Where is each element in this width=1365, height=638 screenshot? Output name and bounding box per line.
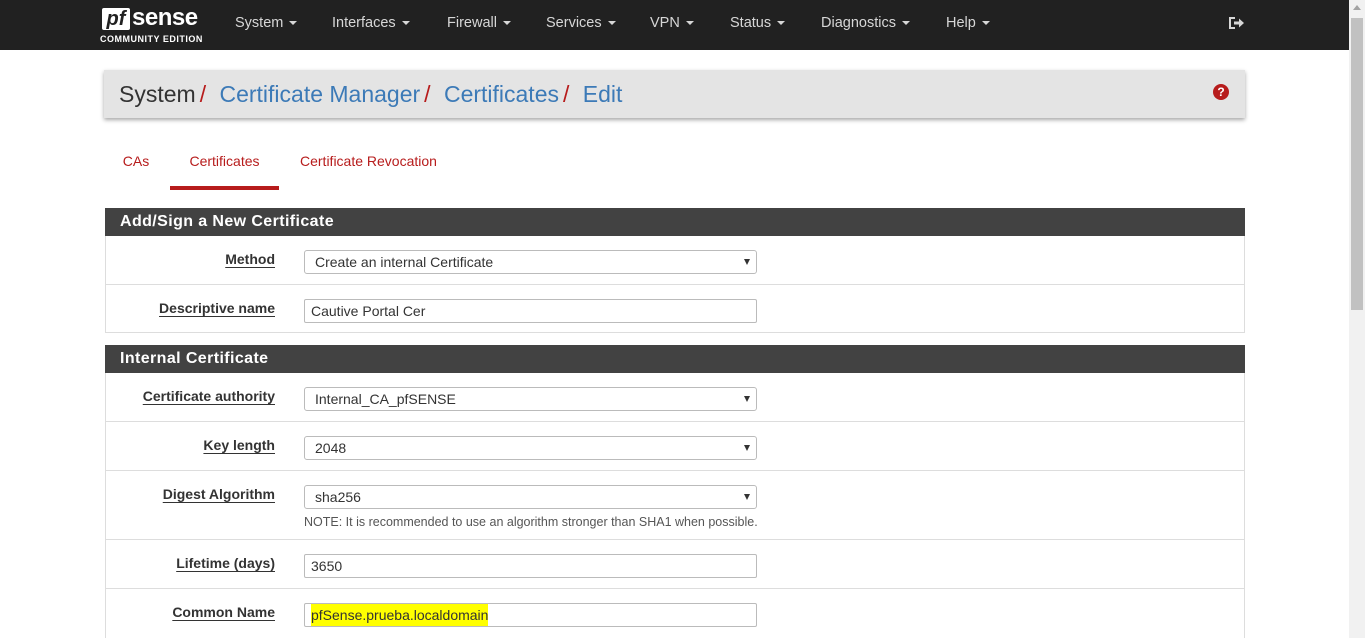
- tab-label: CAs: [122, 153, 150, 169]
- breadcrumb-certificate-manager[interactable]: Certificate Manager: [219, 81, 420, 107]
- descriptive-name-label: Descriptive name: [159, 300, 275, 316]
- top-navbar: pf sense COMMUNITY EDITION System Interf…: [0, 0, 1349, 50]
- lifetime-label: Lifetime (days): [176, 555, 275, 571]
- tab-certificate-revocation[interactable]: Certificate Revocation: [300, 150, 450, 186]
- nav-system[interactable]: System: [235, 0, 298, 50]
- logo-sense-text: sense: [132, 4, 198, 31]
- descriptive-name-input[interactable]: Cautive Portal Cer: [304, 299, 757, 323]
- nav-interfaces[interactable]: Interfaces: [332, 0, 410, 50]
- dropdown-arrow-icon: [744, 259, 750, 265]
- common-name-label: Common Name: [172, 604, 275, 620]
- nav-label: Help: [946, 15, 976, 31]
- scrollbar-thumb[interactable]: [1351, 18, 1363, 310]
- form-row-common-name: Common Name pfSense.prueba.localdomain: [105, 589, 1245, 638]
- dropdown-arrow-icon: [744, 396, 750, 402]
- breadcrumb-certificates[interactable]: Certificates: [444, 81, 559, 107]
- dropdown-arrow-icon: [744, 494, 750, 500]
- certificate-authority-select[interactable]: Internal_CA_pfSENSE: [304, 387, 757, 411]
- caret-down-icon: [289, 21, 298, 26]
- caret-down-icon: [685, 21, 694, 26]
- form-row-certificate-authority: Certificate authority Internal_CA_pfSENS…: [105, 373, 1245, 422]
- logout-icon[interactable]: [1227, 14, 1245, 32]
- breadcrumb: System / Certificate Manager / Certificate…: [119, 81, 622, 107]
- form-row-lifetime: Lifetime (days) 3650: [105, 540, 1245, 589]
- select-value: Internal_CA_pfSENSE: [315, 391, 456, 407]
- key-length-label: Key length: [203, 437, 275, 453]
- panel-title: Internal Certificate: [120, 350, 269, 367]
- digest-algorithm-note: NOTE: It is recommended to use an algori…: [304, 515, 758, 529]
- breadcrumb-bar: System / Certificate Manager / Certificate…: [104, 70, 1245, 118]
- help-icon[interactable]: ?: [1213, 84, 1229, 100]
- input-value: 3650: [311, 558, 343, 574]
- panel-heading-new-certificate: Add/Sign a New Certificate: [105, 208, 1245, 236]
- caret-down-icon: [502, 21, 511, 26]
- common-name-input[interactable]: pfSense.prueba.localdomain: [304, 603, 757, 627]
- select-value: 2048: [315, 440, 347, 456]
- method-label: Method: [225, 251, 275, 267]
- nav-vpn[interactable]: VPN: [650, 0, 694, 50]
- nav-firewall[interactable]: Firewall: [447, 0, 511, 50]
- input-value: pfSense.prueba.localdomain: [311, 604, 489, 626]
- nav-label: Services: [546, 15, 602, 31]
- breadcrumb-edit[interactable]: Edit: [583, 81, 623, 107]
- nav-diagnostics[interactable]: Diagnostics: [821, 0, 910, 50]
- digest-algorithm-select[interactable]: sha256: [304, 485, 757, 509]
- nav-label: Firewall: [447, 15, 497, 31]
- form-row-descriptive-name: Descriptive name Cautive Portal Cer: [105, 285, 1245, 333]
- form-row-key-length: Key length 2048: [105, 422, 1245, 471]
- logo-edition: COMMUNITY EDITION: [100, 34, 203, 44]
- breadcrumb-system: System: [119, 81, 196, 107]
- nav-help[interactable]: Help: [946, 0, 990, 50]
- tab-certificates[interactable]: Certificates: [170, 150, 279, 190]
- nav-label: Interfaces: [332, 15, 396, 31]
- select-value: sha256: [315, 489, 361, 505]
- caret-down-icon: [981, 21, 990, 26]
- caret-down-icon: [401, 21, 410, 26]
- pfsense-logo[interactable]: pf sense COMMUNITY EDITION: [100, 4, 210, 46]
- tab-label: Certificate Revocation: [300, 153, 437, 169]
- panel-title: Add/Sign a New Certificate: [120, 213, 334, 230]
- logo-pf-mark: pf: [102, 8, 130, 30]
- form-row-method: Method Create an internal Certificate: [105, 236, 1245, 285]
- nav-services[interactable]: Services: [546, 0, 616, 50]
- scroll-up-arrow-icon[interactable]: [1353, 5, 1361, 10]
- breadcrumb-separator: /: [563, 81, 570, 107]
- tab-cas[interactable]: CAs: [104, 150, 168, 186]
- dropdown-arrow-icon: [744, 445, 750, 451]
- form-row-digest-algorithm: Digest Algorithm sha256 NOTE: It is reco…: [105, 471, 1245, 540]
- input-value: Cautive Portal Cer: [311, 303, 426, 319]
- lifetime-input[interactable]: 3650: [304, 554, 757, 578]
- breadcrumb-separator: /: [424, 81, 431, 107]
- panel-heading-internal-certificate: Internal Certificate: [105, 345, 1245, 373]
- certificate-authority-label: Certificate authority: [142, 388, 275, 404]
- key-length-select[interactable]: 2048: [304, 436, 757, 460]
- nav-label: Diagnostics: [821, 15, 896, 31]
- nav-label: System: [235, 15, 284, 31]
- nav-label: Status: [730, 15, 772, 31]
- breadcrumb-separator: /: [199, 81, 207, 107]
- method-select[interactable]: Create an internal Certificate: [304, 250, 757, 274]
- caret-down-icon: [777, 21, 786, 26]
- caret-down-icon: [607, 21, 616, 26]
- caret-down-icon: [901, 21, 910, 26]
- tab-label: Certificates: [189, 153, 260, 169]
- nav-label: VPN: [650, 15, 680, 31]
- select-value: Create an internal Certificate: [315, 254, 494, 270]
- nav-status[interactable]: Status: [730, 0, 786, 50]
- digest-algorithm-label: Digest Algorithm: [162, 486, 275, 502]
